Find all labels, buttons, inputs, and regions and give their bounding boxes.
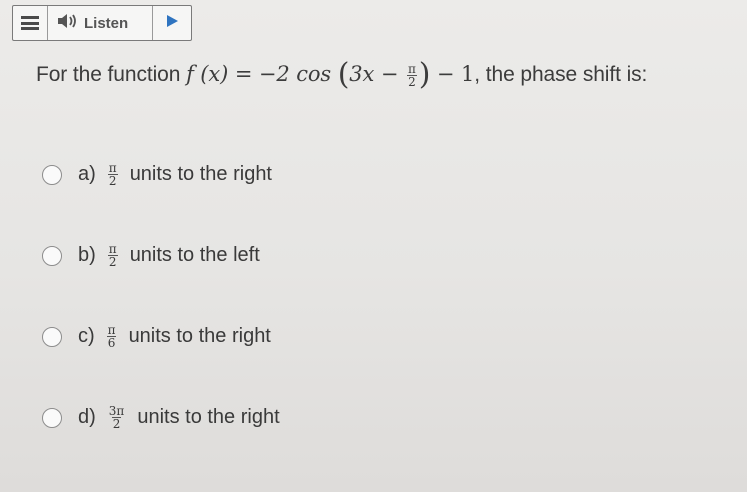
option-fraction: 3π 2 [108,405,126,430]
radio-button-b[interactable] [42,245,62,266]
option-numerator: 3π [108,404,125,418]
question-text: For the function f (x) = −2 cos (3x − π2… [36,57,648,92]
option-b[interactable]: b) π2 units to the left [42,243,260,268]
option-a[interactable]: a) π2 units to the right [42,162,272,187]
fraction-denominator: 2 [407,75,417,89]
function-constant: − 1 [430,62,475,86]
option-numerator: π [107,323,116,337]
option-letter: d) [78,406,96,428]
play-icon [165,14,179,33]
function-lhs: f (x) = −2 cos [186,62,332,86]
radio-button-a[interactable] [42,164,62,185]
option-fraction: π6 [106,323,117,350]
function-inner: 3x − [349,62,399,86]
option-text: units to the left [129,244,260,266]
speaker-icon [56,13,78,34]
option-fraction: π2 [107,242,118,269]
listen-button[interactable]: Listen [48,6,153,40]
option-c[interactable]: c) π6 units to the right [42,324,271,349]
option-denominator: 2 [107,174,118,188]
menu-button[interactable] [13,6,48,40]
option-letter: c) [78,325,95,347]
option-d[interactable]: d) 3π 2 units to the right [42,405,280,430]
radio-button-d[interactable] [42,407,62,428]
option-text: units to the right [128,325,271,347]
listen-label: Listen [84,14,129,32]
radio-button-c[interactable] [42,326,62,347]
phase-fraction: π2 [407,63,417,88]
question-prefix: For the function [36,63,187,86]
option-letter: a) [78,163,96,185]
fraction-numerator: π [407,62,416,76]
option-denominator: 2 [111,417,122,431]
audio-toolbar: Listen [12,5,192,41]
option-numerator: π [108,242,117,256]
hamburger-menu-icon [21,16,39,30]
option-text: units to the right [137,406,280,428]
option-denominator: 2 [107,255,118,269]
option-numerator: π [108,161,117,175]
question-suffix: , the phase shift is: [474,63,648,86]
option-denominator: 6 [106,336,117,350]
option-letter: b) [78,244,96,266]
option-text: units to the right [129,163,272,185]
option-fraction: π2 [107,161,118,188]
play-button[interactable] [153,6,191,40]
function-expression: f (x) = −2 cos (3x − π 2) − 1 [186,57,475,92]
